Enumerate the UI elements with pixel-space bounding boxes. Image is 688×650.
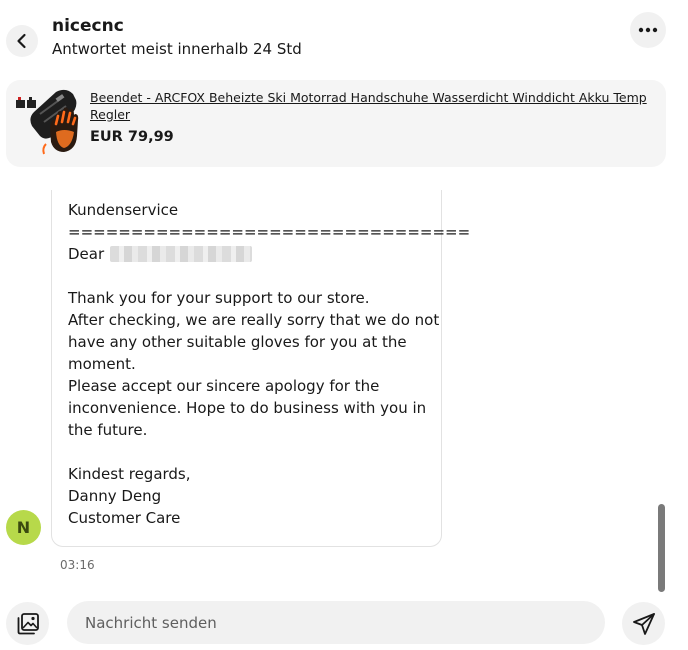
sender-avatar[interactable]: N	[6, 510, 41, 545]
product-card[interactable]: Beendet - ARCFOX Beheizte Ski Motorrad H…	[6, 80, 666, 167]
message-line: Thank you for your support to our store.	[68, 289, 370, 307]
back-button[interactable]	[6, 25, 38, 57]
message-line: inconvenience. Hope to do business with …	[68, 399, 427, 417]
gallery-icon	[17, 612, 39, 634]
heated-glove-icon	[16, 89, 79, 155]
message-text: Kundenservice ==========================…	[68, 199, 470, 529]
message-line: Kindest regards,	[68, 465, 191, 483]
more-options-button[interactable]	[630, 12, 666, 48]
more-dots-icon	[638, 27, 658, 33]
response-time-info: Antwortet meist innerhalb 24 Std	[52, 40, 302, 58]
message-line: moment.	[68, 355, 136, 373]
redacted-name	[110, 246, 253, 262]
scrollbar-thumb[interactable]	[658, 504, 665, 592]
message-line: Please accept our sincere apology for th…	[68, 377, 380, 395]
product-title-link[interactable]: Beendet - ARCFOX Beheizte Ski Motorrad H…	[90, 89, 656, 123]
message-line: the future.	[68, 421, 148, 439]
product-price: EUR 79,99	[90, 129, 174, 145]
message-input[interactable]	[67, 601, 605, 644]
conversation-header: nicecnc Antwortet meist innerhalb 24 Std	[0, 0, 688, 80]
greeting-text: Dear	[68, 245, 105, 263]
send-icon	[632, 612, 655, 635]
message-line: Customer Care	[68, 509, 181, 527]
product-thumbnail[interactable]	[16, 88, 86, 160]
send-button[interactable]	[622, 602, 665, 645]
message-line: have any other suitable gloves for you a…	[68, 333, 407, 351]
attach-photo-button[interactable]	[6, 602, 49, 645]
message-line: Danny Deng	[68, 487, 162, 505]
seller-name[interactable]: nicecnc	[52, 16, 124, 36]
message-line: After checking, we are really sorry that…	[68, 311, 440, 329]
message-line: ================================	[68, 223, 471, 241]
chevron-left-icon	[17, 33, 26, 49]
message-line-greeting: Dear	[68, 243, 470, 265]
message-timestamp: 03:16	[60, 558, 95, 572]
message-line: Kundenservice	[68, 201, 179, 219]
